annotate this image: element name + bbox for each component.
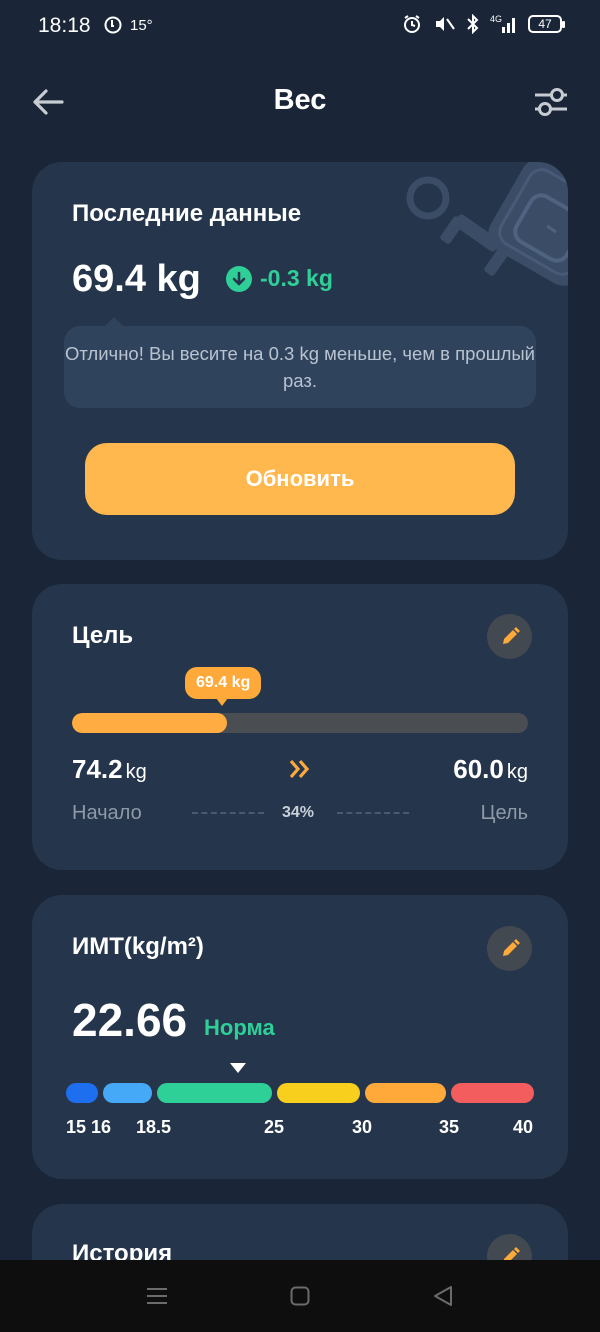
bmi-tick: 16 <box>91 1117 112 1137</box>
bmi-tick: 15 <box>66 1117 87 1137</box>
goal-target-label: Цель <box>480 802 528 824</box>
edit-bmi-button[interactable] <box>487 926 532 971</box>
home-nav-button[interactable] <box>280 1280 320 1312</box>
weight-delta: -0.3 kg <box>226 265 333 292</box>
scale-illustration-icon <box>406 162 568 286</box>
status-right-icons: 4G 47 <box>402 14 565 34</box>
bmi-segment <box>103 1083 152 1103</box>
weight-tip: Отлично! Вы весите на 0.3 kg меньше, чем… <box>64 317 536 408</box>
pencil-icon <box>502 626 520 644</box>
bmi-segment <box>365 1083 446 1103</box>
arrow-down-circle-icon <box>226 265 252 292</box>
divider <box>192 812 264 814</box>
bmi-pointer <box>230 1063 246 1073</box>
goal-title: Цель <box>72 622 134 649</box>
bmi-status: Норма <box>204 1015 275 1040</box>
filter-button[interactable] <box>530 82 572 122</box>
status-time: 18:18 <box>38 14 91 37</box>
menu-nav-button[interactable] <box>137 1280 177 1312</box>
bmi-tick: 25 <box>264 1117 285 1137</box>
goal-card: Цель 69.4 kg 74.2 kg 60.0 kg Начало 34% Це… <box>32 584 568 870</box>
status-temperature: 15° <box>130 16 153 34</box>
goal-start-number: 74.2 <box>72 754 123 784</box>
bmi-tick: 40 <box>513 1117 534 1137</box>
pencil-icon <box>502 938 520 956</box>
goal-target-number: 60.0 <box>453 754 504 784</box>
bmi-segment <box>157 1083 272 1103</box>
goal-start-unit: kg <box>125 761 147 783</box>
notification-icon <box>104 16 122 34</box>
bmi-tick: 30 <box>352 1117 373 1137</box>
page-title: Вес <box>273 84 327 116</box>
bmi-tick: 18.5 <box>136 1117 172 1137</box>
svg-text:4G: 4G <box>490 14 502 24</box>
latest-data-card: Последние данные 69.4 kg -0.3 kg Отлично… <box>32 162 568 560</box>
sliders-icon <box>535 88 567 116</box>
bmi-segment <box>451 1083 534 1103</box>
latest-title: Последние данные <box>72 200 302 227</box>
back-nav-button[interactable] <box>423 1280 463 1312</box>
goal-progress-bar <box>72 713 528 733</box>
current-weight-badge: 69.4 kg <box>185 667 262 706</box>
goal-target-unit: kg <box>506 761 528 783</box>
triangle-back-icon <box>434 1286 452 1306</box>
goal-progress-fill <box>72 713 228 733</box>
alarm-icon <box>404 15 420 33</box>
bmi-title: ИМТ(kg/m²) <box>72 933 204 960</box>
app-header: Вес <box>0 70 600 134</box>
goal-start-value: 74.2 kg <box>72 754 147 785</box>
bmi-segment <box>66 1083 98 1103</box>
battery-indicator: 47 <box>528 15 565 33</box>
goal-target-value: 60.0 kg <box>453 754 528 785</box>
screen: 18:18 15° 4G 47 Вес Последние данные 69.… <box>0 0 600 1332</box>
divider <box>337 812 409 814</box>
goal-start-label: Начало <box>72 802 142 824</box>
menu-icon <box>147 1288 167 1304</box>
status-left-icons: 15° <box>104 16 153 34</box>
status-bar: 18:18 15° 4G 47 <box>0 0 600 54</box>
signal-icon: 4G <box>490 14 515 33</box>
goal-percent: 34% <box>282 804 315 821</box>
double-chevron-right-icon <box>289 759 310 779</box>
mute-icon <box>436 17 455 31</box>
weight-delta-value: -0.3 kg <box>260 265 333 291</box>
home-square-icon <box>290 1286 310 1306</box>
bluetooth-icon <box>467 14 479 34</box>
edit-goal-button[interactable] <box>487 614 532 659</box>
bmi-card: ИМТ(kg/m²) 22.66 Норма 15 16 18.5 25 30 … <box>32 895 568 1179</box>
latest-weight: 69.4 kg <box>72 258 201 300</box>
bmi-segment <box>277 1083 360 1103</box>
bmi-tick: 35 <box>439 1117 460 1137</box>
system-nav-bar <box>0 1260 600 1332</box>
bmi-value: 22.66 <box>72 994 188 1046</box>
update-button[interactable]: Обновить <box>85 443 515 515</box>
